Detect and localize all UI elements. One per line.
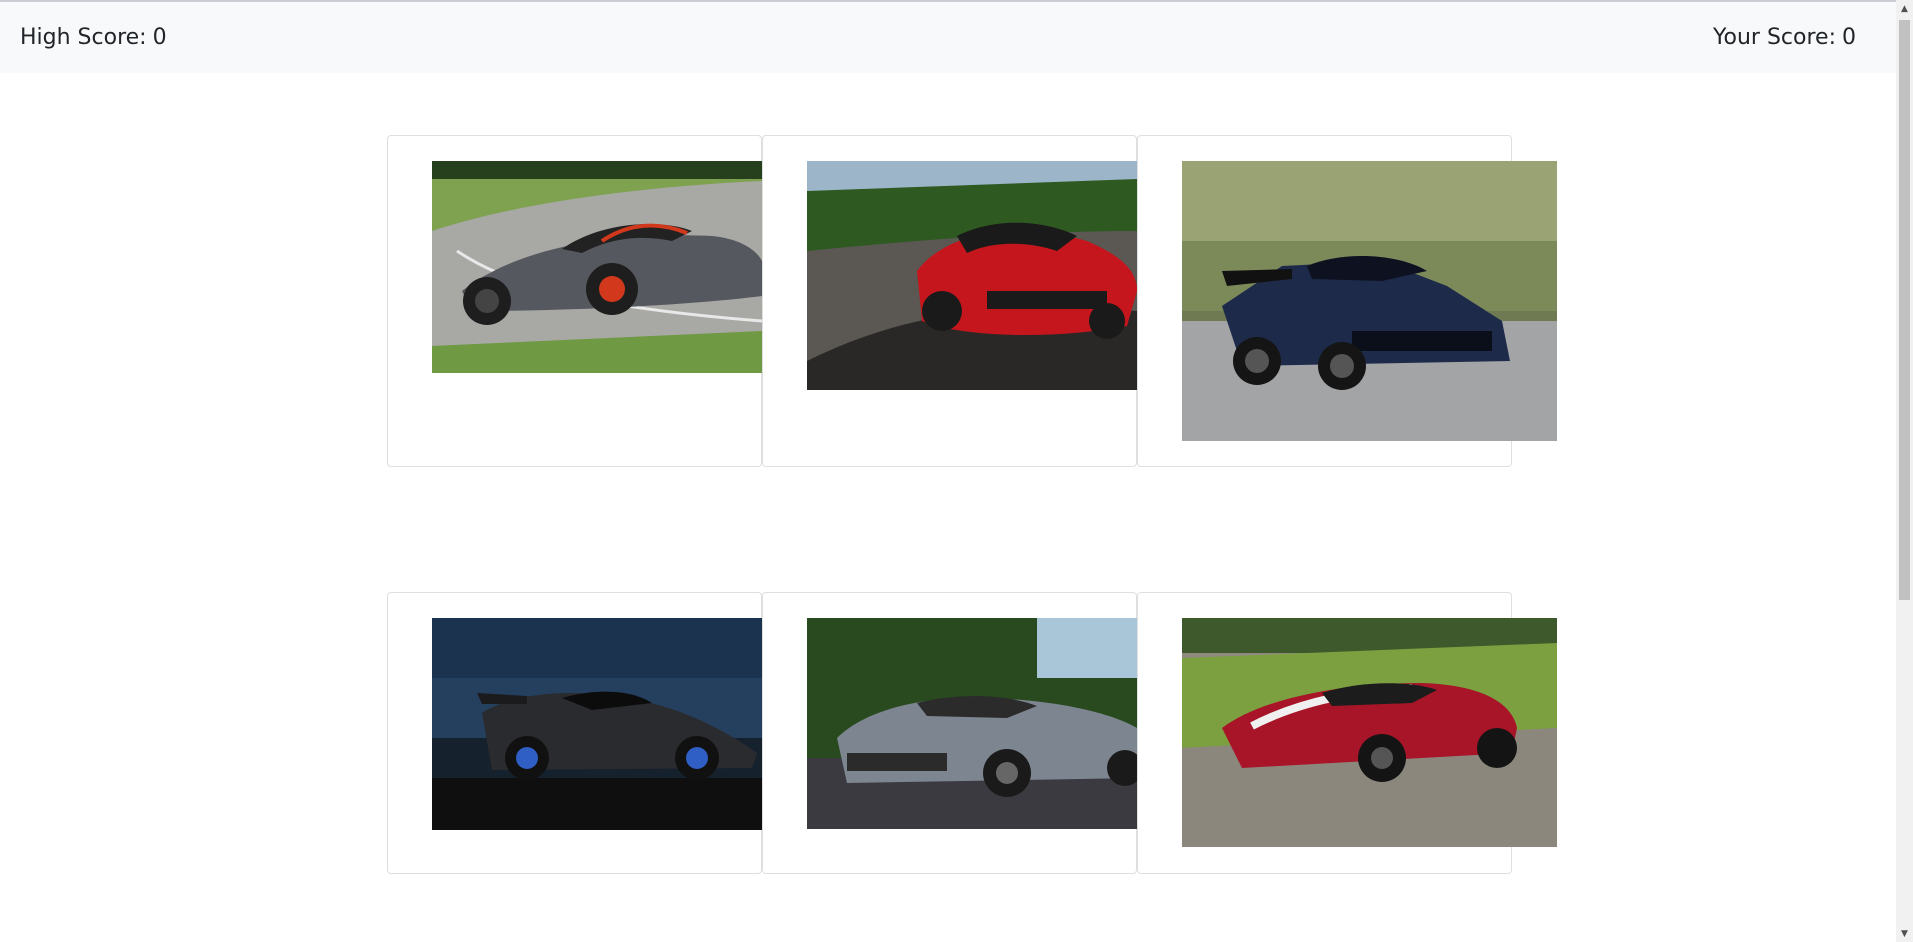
car-image-blue-viper[interactable] bbox=[1182, 161, 1557, 441]
car-image-red-corvette[interactable] bbox=[807, 161, 1137, 390]
car-image-red-ford-gt[interactable] bbox=[1182, 618, 1557, 847]
high-score-value: 0 bbox=[152, 25, 167, 50]
scroll-up-arrow-icon[interactable]: ▲ bbox=[1896, 0, 1913, 17]
scroll-down-arrow-icon[interactable]: ▼ bbox=[1896, 925, 1913, 942]
scroll-thumb[interactable] bbox=[1899, 20, 1910, 600]
car-image-silver-ford-gt[interactable] bbox=[807, 618, 1137, 829]
high-score-label: High Score: bbox=[20, 25, 147, 50]
high-score: High Score: 0 bbox=[20, 25, 167, 50]
car-image-black-corvette[interactable] bbox=[432, 618, 762, 830]
your-score: Your Score: 0 bbox=[1713, 25, 1856, 50]
score-navbar: High Score: 0 Your Score: 0 bbox=[0, 2, 1896, 73]
your-score-value: 0 bbox=[1842, 25, 1856, 50]
car-image-gray-ford-gt[interactable] bbox=[432, 161, 762, 373]
vertical-scrollbar[interactable]: ▲ ▼ bbox=[1896, 0, 1913, 942]
your-score-label: Your Score: bbox=[1713, 25, 1836, 50]
